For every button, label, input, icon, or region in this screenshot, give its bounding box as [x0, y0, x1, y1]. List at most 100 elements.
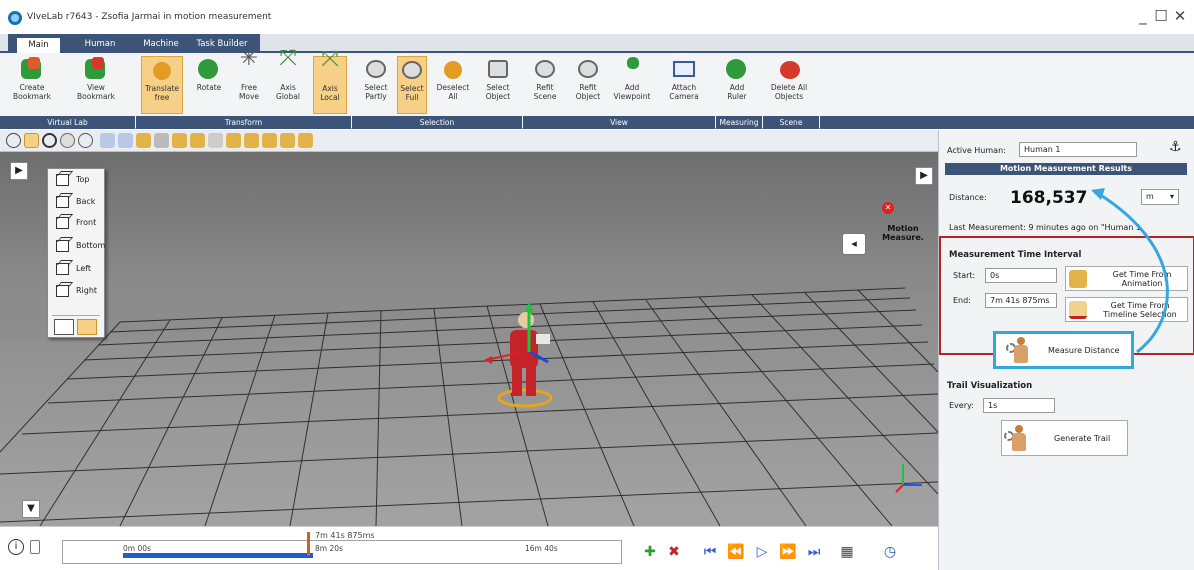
- expand-right-panel-button[interactable]: ▶: [915, 167, 933, 185]
- skip-to-end-icon[interactable]: ⏭: [804, 543, 824, 561]
- select-object-button[interactable]: Select Object: [477, 56, 519, 114]
- view-right[interactable]: Right: [54, 283, 97, 299]
- every-field[interactable]: 1s: [983, 398, 1055, 413]
- expand-timeline-button[interactable]: ▼: [22, 500, 40, 518]
- solid-shading-icon[interactable]: [24, 133, 39, 148]
- shape-tool-icon[interactable]: [154, 133, 169, 148]
- human-carry-icon[interactable]: [280, 133, 295, 148]
- get-time-from-timeline-button[interactable]: Get Time From Timeline Selection: [1065, 297, 1188, 322]
- refit-scene-button[interactable]: Refit Scene: [526, 56, 564, 114]
- select-partly-button[interactable]: Select Partly: [360, 56, 392, 114]
- group-measuring: Measuring: [716, 116, 762, 129]
- measure-distance-button[interactable]: Measure Distance: [993, 331, 1134, 369]
- human-reach-icon[interactable]: [190, 133, 205, 148]
- delete-all-icon: [776, 57, 802, 81]
- timeline-selection[interactable]: [123, 553, 313, 558]
- add-keyframe-icon[interactable]: ✚: [640, 543, 660, 561]
- select-full-button[interactable]: Select Full: [397, 56, 427, 114]
- view-bottom[interactable]: Bottom: [54, 238, 105, 254]
- expand-left-panel-button[interactable]: ▶: [10, 162, 28, 180]
- end-time-field[interactable]: 7m 41s 875ms: [985, 293, 1057, 308]
- unit-dropdown[interactable]: m ▾: [1141, 189, 1179, 205]
- tab-main[interactable]: Main: [16, 37, 61, 53]
- human-group-icon[interactable]: [172, 133, 187, 148]
- view-back[interactable]: Back: [54, 194, 95, 210]
- axis-global-button[interactable]: ⤧ Axis Global: [270, 46, 306, 114]
- view-left[interactable]: Left: [54, 261, 91, 277]
- get-time-from-animation-button[interactable]: Get Time From Animation: [1065, 266, 1188, 291]
- human-pose-icon[interactable]: [136, 133, 151, 148]
- translate-button[interactable]: Translate free: [141, 56, 183, 114]
- bookmark-add-icon: [19, 57, 45, 81]
- human-lift-icon[interactable]: [262, 133, 277, 148]
- deselect-all-button[interactable]: Deselect All: [435, 56, 471, 114]
- close-icon[interactable]: ✕: [882, 202, 894, 214]
- view-front[interactable]: Front: [54, 215, 96, 231]
- lock-icon[interactable]: [30, 540, 40, 554]
- add-viewpoint-button[interactable]: Add Viewpoint: [610, 56, 654, 114]
- timeline-end-label: 16m 40s: [525, 544, 558, 553]
- fps-icon[interactable]: ▦: [834, 543, 860, 561]
- xray-icon[interactable]: [78, 133, 93, 148]
- human-push-icon[interactable]: [298, 133, 313, 148]
- orthographic-icon[interactable]: [54, 319, 74, 335]
- generate-trail-button[interactable]: Generate Trail: [1001, 420, 1128, 456]
- timeline-playhead[interactable]: [307, 532, 310, 556]
- timeline-bar: i 0m 00s 8m 20s 16m 40s 7m 41s 875ms ✚ ✖…: [0, 526, 938, 570]
- tab-machine[interactable]: Machine: [137, 37, 185, 53]
- maximize-button[interactable]: ☐: [1152, 7, 1170, 25]
- animation-icon: [1069, 270, 1087, 288]
- add-viewpoint-icon: [619, 57, 645, 81]
- perspective-icon[interactable]: [77, 319, 97, 335]
- create-bookmark-button[interactable]: Create Bookmark: [12, 56, 52, 114]
- close-button[interactable]: ✕: [1171, 7, 1189, 25]
- minimize-button[interactable]: _: [1134, 7, 1152, 25]
- cube-icon: [56, 174, 69, 186]
- info-icon[interactable]: i: [8, 539, 24, 555]
- wireframe-icon[interactable]: [6, 133, 21, 148]
- solid-wire-icon[interactable]: [42, 133, 57, 148]
- end-label: End:: [953, 296, 971, 305]
- start-time-field[interactable]: 0s: [985, 268, 1057, 283]
- step-forward-icon[interactable]: ⏩: [778, 543, 798, 561]
- delete-all-objects-button[interactable]: Delete All Objects: [766, 56, 812, 114]
- chevron-down-icon: ▾: [1169, 192, 1174, 201]
- refit-object-button[interactable]: Refit Object: [568, 56, 608, 114]
- comment-icon[interactable]: ◂: [842, 233, 866, 255]
- active-human-label: Active Human:: [947, 146, 1006, 155]
- group-scene: Scene: [763, 116, 819, 129]
- view-bookmark-button[interactable]: View Bookmark: [72, 56, 120, 114]
- add-ruler-button[interactable]: Add Ruler: [720, 56, 754, 114]
- human-walk-icon[interactable]: [226, 133, 241, 148]
- 3d-viewport[interactable]: ▶ ▶ ▼ Top Back Front Bottom Left Right ✕…: [0, 152, 938, 526]
- active-human-field[interactable]: Human 1: [1019, 142, 1137, 157]
- every-label: Every:: [949, 401, 974, 410]
- play-icon[interactable]: ▷: [752, 543, 772, 561]
- time-settings-icon[interactable]: ◷: [880, 543, 900, 561]
- hand-tool-icon[interactable]: [100, 133, 115, 148]
- playhead-time: 7m 41s 875ms: [315, 531, 375, 540]
- human-anchor-icon[interactable]: ⚓: [1169, 139, 1182, 155]
- axis-global-icon: ⤧: [279, 46, 297, 71]
- grab-tool-icon[interactable]: [118, 133, 133, 148]
- free-move-button[interactable]: ✳ Free Move: [232, 48, 266, 114]
- timeline-track[interactable]: 0m 00s 8m 20s 16m 40s 7m 41s 875ms: [62, 531, 622, 564]
- refit-scene-icon: [532, 57, 558, 81]
- attach-camera-button[interactable]: Attach Camera: [664, 56, 704, 114]
- tab-human[interactable]: Human: [78, 37, 122, 53]
- transparent-icon[interactable]: [60, 133, 75, 148]
- view-top[interactable]: Top: [54, 172, 90, 188]
- human-sit-icon[interactable]: [244, 133, 259, 148]
- floor-grid: [0, 287, 938, 526]
- motion-measure-button[interactable]: ✕ Motion Measure.: [868, 200, 938, 260]
- pin-icon[interactable]: [208, 133, 223, 148]
- rotate-button[interactable]: Rotate: [191, 56, 227, 114]
- deselect-all-icon: [440, 57, 466, 81]
- rotate-icon: [196, 57, 222, 81]
- axis-local-button[interactable]: ⤧ Axis Local: [313, 49, 347, 114]
- delete-keyframe-icon[interactable]: ✖: [664, 543, 684, 561]
- group-view: View: [523, 116, 715, 129]
- step-back-icon[interactable]: ⏪: [726, 543, 746, 561]
- app-logo-icon: [8, 11, 22, 25]
- skip-to-start-icon[interactable]: ⏮: [700, 543, 720, 561]
